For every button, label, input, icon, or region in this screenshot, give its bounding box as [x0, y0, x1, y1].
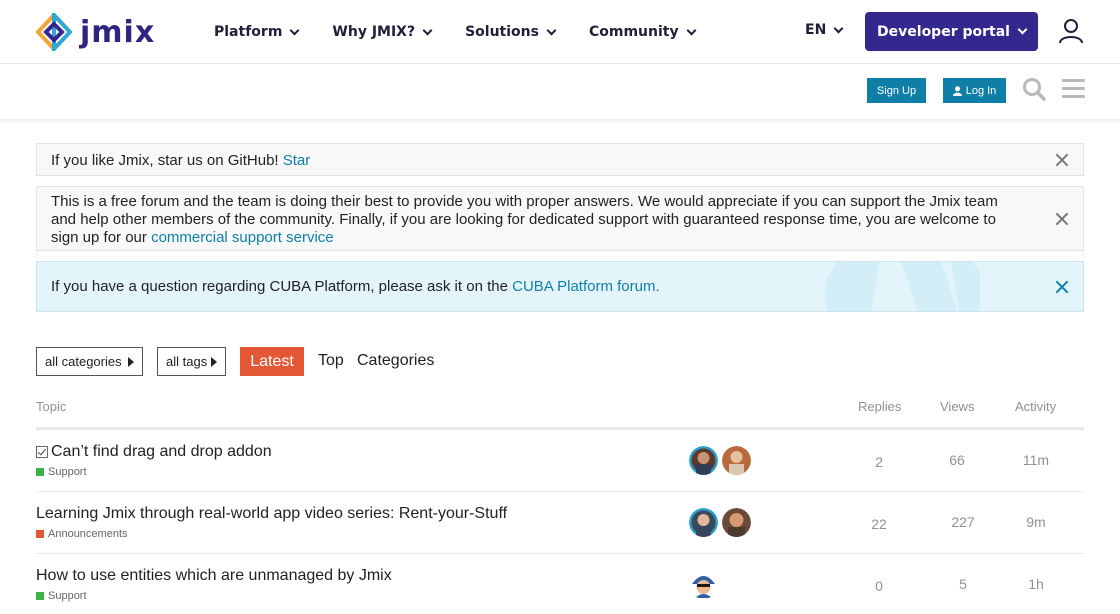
cuba-platform-banner: If you have a question regarding CUBA Pl…	[36, 261, 1084, 312]
column-header-topic[interactable]: Topic	[36, 399, 66, 414]
nav-label: Platform	[214, 24, 283, 40]
table-row: Can’t find drag and drop addon Support 2…	[36, 430, 1084, 492]
activity-time[interactable]: 11m	[1006, 452, 1066, 468]
forum-header: Sign Up Log In	[0, 65, 1120, 119]
banner-text: If you have a question regarding CUBA Pl…	[51, 278, 508, 295]
category-label: Support	[48, 590, 87, 602]
activity-time[interactable]: 9m	[1006, 514, 1066, 530]
sign-up-button[interactable]: Sign Up	[867, 78, 926, 103]
solved-checkbox-icon	[36, 446, 48, 458]
jmix-logo[interactable]: jmix	[36, 13, 155, 51]
cuba-forum-link[interactable]: CUBA Platform forum.	[512, 278, 660, 295]
avatar[interactable]	[689, 508, 718, 537]
language-label: EN	[805, 22, 827, 38]
poster-avatars	[689, 508, 755, 537]
tab-label: Categories	[357, 352, 435, 369]
topic-title: Can’t find drag and drop addon	[51, 443, 272, 460]
column-header-views[interactable]: Views	[940, 399, 974, 414]
topic-title-link[interactable]: Can’t find drag and drop addon	[36, 443, 272, 461]
tab-categories[interactable]: Categories	[357, 352, 434, 370]
close-icon[interactable]	[1055, 280, 1069, 294]
tags-dropdown-label: all tags	[166, 354, 208, 369]
chevron-down-icon	[546, 25, 557, 35]
category-badge[interactable]: Announcements	[36, 528, 128, 540]
nav-label: Community	[588, 24, 679, 40]
chevron-down-icon	[686, 25, 697, 35]
poster-avatars	[689, 570, 722, 599]
avatar[interactable]	[689, 446, 718, 475]
jmix-logo-icon	[36, 13, 72, 51]
star-link[interactable]: Star	[283, 152, 311, 169]
category-dropdown-label: all categories	[45, 354, 122, 369]
replies-count: 2	[875, 454, 883, 470]
category-color-square	[36, 468, 44, 476]
main-nav: Platform Why JMIX? Solutions Community	[214, 0, 729, 64]
views-count: 227	[951, 514, 975, 530]
developer-portal-button[interactable]: Developer portal	[865, 12, 1038, 51]
background-decoration	[824, 262, 980, 311]
category-label: Announcements	[48, 528, 128, 540]
commercial-support-link[interactable]: commercial support service	[151, 229, 334, 246]
tab-label: Top	[318, 352, 344, 369]
avatar[interactable]	[689, 570, 718, 599]
site-header: jmix Platform Why JMIX? Solutions Commun…	[0, 0, 1120, 64]
category-badge[interactable]: Support	[36, 466, 87, 478]
user-icon	[952, 85, 962, 96]
views-count: 66	[949, 452, 965, 468]
activity-time[interactable]: 1h	[1006, 576, 1066, 592]
topic-title-link[interactable]: How to use entities which are unmanaged …	[36, 567, 392, 585]
caret-right-icon	[211, 357, 217, 367]
log-in-button[interactable]: Log In	[943, 78, 1006, 103]
category-color-square	[36, 592, 44, 600]
table-row: How to use entities which are unmanaged …	[36, 554, 1084, 614]
banner-text: If you like Jmix, star us on GitHub!	[51, 152, 279, 169]
tab-label: Latest	[250, 352, 294, 370]
table-row: Learning Jmix through real-world app vid…	[36, 492, 1084, 554]
developer-portal-label: Developer portal	[877, 23, 1010, 40]
column-header-replies[interactable]: Replies	[858, 399, 901, 414]
avatar[interactable]	[722, 446, 751, 475]
replies-count: 0	[875, 578, 883, 594]
sign-up-label: Sign Up	[876, 84, 917, 97]
tags-dropdown[interactable]: all tags	[157, 347, 226, 376]
chevron-down-icon	[289, 25, 300, 35]
hamburger-menu-icon[interactable]	[1062, 79, 1085, 99]
topic-title-link[interactable]: Learning Jmix through real-world app vid…	[36, 505, 507, 523]
topic-title: How to use entities which are unmanaged …	[36, 567, 392, 584]
caret-right-icon	[128, 357, 134, 367]
close-icon[interactable]	[1055, 212, 1069, 226]
category-color-square	[36, 530, 44, 538]
log-in-label: Log In	[965, 84, 997, 97]
category-dropdown[interactable]: all categories	[36, 347, 143, 376]
column-header-activity[interactable]: Activity	[1015, 399, 1056, 414]
support-banner: This is a free forum and the team is doi…	[36, 186, 1084, 251]
poster-avatars	[689, 446, 755, 475]
nav-label: Solutions	[465, 24, 539, 40]
chevron-down-icon	[1017, 24, 1028, 35]
user-account-icon[interactable]	[1058, 18, 1084, 44]
nav-community[interactable]: Community	[588, 24, 697, 40]
views-count: 5	[959, 576, 967, 592]
close-icon[interactable]	[1055, 153, 1069, 167]
nav-solutions[interactable]: Solutions	[465, 24, 557, 40]
tab-latest[interactable]: Latest	[240, 347, 304, 376]
language-selector[interactable]: EN	[805, 22, 844, 38]
replies-count: 22	[871, 516, 887, 532]
avatar[interactable]	[722, 508, 751, 537]
topic-title: Learning Jmix through real-world app vid…	[36, 505, 508, 522]
nav-why-jmix[interactable]: Why JMIX?	[332, 24, 433, 40]
search-icon[interactable]	[1022, 77, 1046, 101]
chevron-down-icon	[422, 25, 433, 35]
logo-text: jmix	[80, 14, 156, 50]
nav-platform[interactable]: Platform	[214, 24, 300, 40]
category-badge[interactable]: Support	[36, 590, 87, 602]
tab-top[interactable]: Top	[318, 352, 344, 370]
github-star-banner: If you like Jmix, star us on GitHub! Sta…	[36, 143, 1084, 176]
nav-label: Why JMIX?	[332, 24, 416, 40]
category-label: Support	[48, 466, 87, 478]
chevron-down-icon	[833, 23, 844, 33]
